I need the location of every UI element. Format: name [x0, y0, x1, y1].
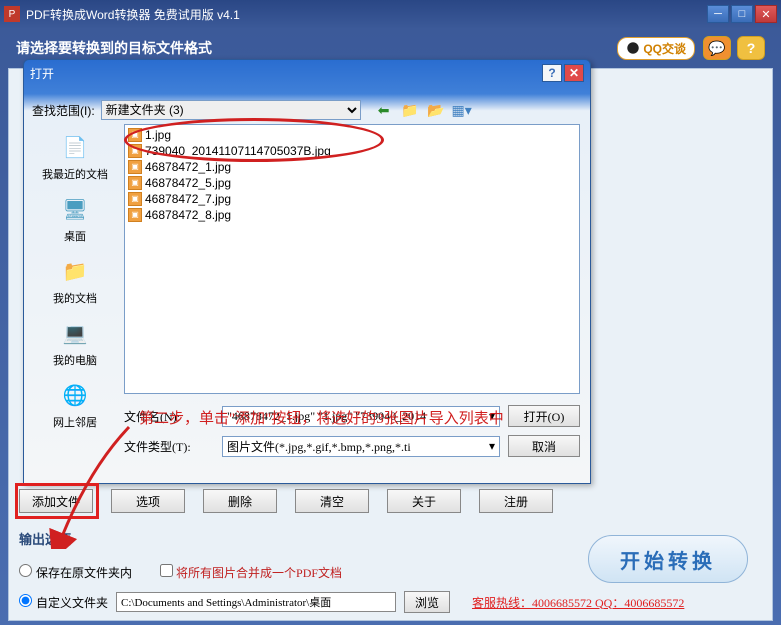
subtitle: 请选择要转换到的目标文件格式: [16, 38, 212, 58]
image-file-icon: ▣: [128, 176, 142, 190]
chat-icon[interactable]: 💬: [703, 36, 731, 60]
file-item[interactable]: ▣46878472_7.jpg: [127, 191, 577, 207]
new-folder-icon[interactable]: 📂: [427, 101, 445, 119]
window-title: PDF转换成Word转换器 免费试用版 v4.1: [26, 6, 707, 23]
add-file-button[interactable]: 添加文件: [19, 489, 93, 513]
back-icon[interactable]: ⬅: [375, 101, 393, 119]
file-list[interactable]: ▣1.jpg ▣739040_20141107114705037B.jpg ▣4…: [124, 124, 580, 394]
lookup-row: 查找范围(I): 新建文件夹 (3) ⬅ 📁 📂 ▦▾: [24, 96, 590, 124]
options-button[interactable]: 选项: [111, 489, 185, 513]
app-window: P PDF转换成Word转换器 免费试用版 v4.1 ─ □ ✕ 请选择要转换到…: [0, 0, 781, 625]
save-same-folder-radio[interactable]: 保存在原文件夹内: [19, 564, 132, 581]
qq-penguin-icon: [626, 41, 640, 55]
filename-input[interactable]: "46878472_1.jpg" "1.jpg" "739040_2014▾: [222, 406, 500, 427]
up-folder-icon[interactable]: 📁: [401, 101, 419, 119]
file-item[interactable]: ▣46878472_1.jpg: [127, 159, 577, 175]
image-file-icon: ▣: [128, 208, 142, 222]
start-convert-button[interactable]: 开始转换: [588, 535, 748, 583]
file-item[interactable]: ▣46878472_8.jpg: [127, 207, 577, 223]
places-bar: 📄我最近的文档 🖥桌面 📁我的文档 💻我的电脑 🌐网上邻居: [30, 126, 120, 451]
image-file-icon: ▣: [128, 160, 142, 174]
filetype-label: 文件类型(T):: [124, 438, 214, 455]
file-item[interactable]: ▣1.jpg: [127, 127, 577, 143]
dialog-close-button[interactable]: ✕: [564, 64, 584, 82]
file-item[interactable]: ▣46878472_5.jpg: [127, 175, 577, 191]
maximize-button[interactable]: □: [731, 5, 753, 23]
image-file-icon: ▣: [128, 128, 142, 142]
merge-pdf-checkbox[interactable]: 将所有图片合并成一个PDF文档: [160, 564, 342, 581]
place-mycomputer[interactable]: 💻我的电脑: [35, 316, 115, 368]
folder-select[interactable]: 新建文件夹 (3): [101, 100, 361, 120]
lookup-label: 查找范围(I):: [32, 102, 95, 119]
about-button[interactable]: 关于: [387, 489, 461, 513]
qq-chat-badge[interactable]: QQ交谈: [617, 37, 695, 60]
minimize-button[interactable]: ─: [707, 5, 729, 23]
app-icon: P: [4, 6, 20, 22]
custom-folder-radio[interactable]: 自定义文件夹: [19, 594, 108, 611]
toolbar: 添加文件 选项 删除 清空 关于 注册: [19, 489, 553, 513]
close-button[interactable]: ✕: [755, 5, 777, 23]
place-network[interactable]: 🌐网上邻居: [35, 378, 115, 430]
hotline-link[interactable]: 客服热线：4006685572 QQ：4006685572: [472, 594, 684, 611]
main-panel: 打开 ? ✕ 查找范围(I): 新建文件夹 (3) ⬅ 📁 📂 ▦▾ 📄我最近的: [8, 68, 773, 621]
delete-button[interactable]: 删除: [203, 489, 277, 513]
dialog-title: 打开: [30, 65, 54, 82]
place-mydocs[interactable]: 📁我的文档: [35, 254, 115, 306]
titlebar: P PDF转换成Word转换器 免费试用版 v4.1 ─ □ ✕: [0, 0, 781, 28]
filename-label: 文件名(N):: [124, 408, 214, 425]
register-button[interactable]: 注册: [479, 489, 553, 513]
filename-section: 文件名(N): "46878472_1.jpg" "1.jpg" "739040…: [124, 405, 580, 465]
view-menu-icon[interactable]: ▦▾: [453, 101, 471, 119]
place-desktop[interactable]: 🖥桌面: [35, 192, 115, 244]
filetype-select[interactable]: 图片文件(*.jpg,*.gif,*.bmp,*.png,*.ti▾: [222, 436, 500, 457]
dialog-titlebar: 打开 ? ✕: [24, 60, 590, 86]
open-file-dialog: 打开 ? ✕ 查找范围(I): 新建文件夹 (3) ⬅ 📁 📂 ▦▾ 📄我最近的: [23, 59, 591, 484]
dialog-help-button[interactable]: ?: [542, 64, 562, 82]
place-recent[interactable]: 📄我最近的文档: [35, 130, 115, 182]
help-icon[interactable]: ?: [737, 36, 765, 60]
open-button[interactable]: 打开(O): [508, 405, 580, 427]
image-file-icon: ▣: [128, 192, 142, 206]
image-file-icon: ▣: [128, 144, 142, 158]
output-path-input[interactable]: [116, 592, 396, 612]
cancel-button[interactable]: 取消: [508, 435, 580, 457]
clear-button[interactable]: 清空: [295, 489, 369, 513]
browse-button[interactable]: 浏览: [404, 591, 450, 613]
file-item[interactable]: ▣739040_20141107114705037B.jpg: [127, 143, 577, 159]
